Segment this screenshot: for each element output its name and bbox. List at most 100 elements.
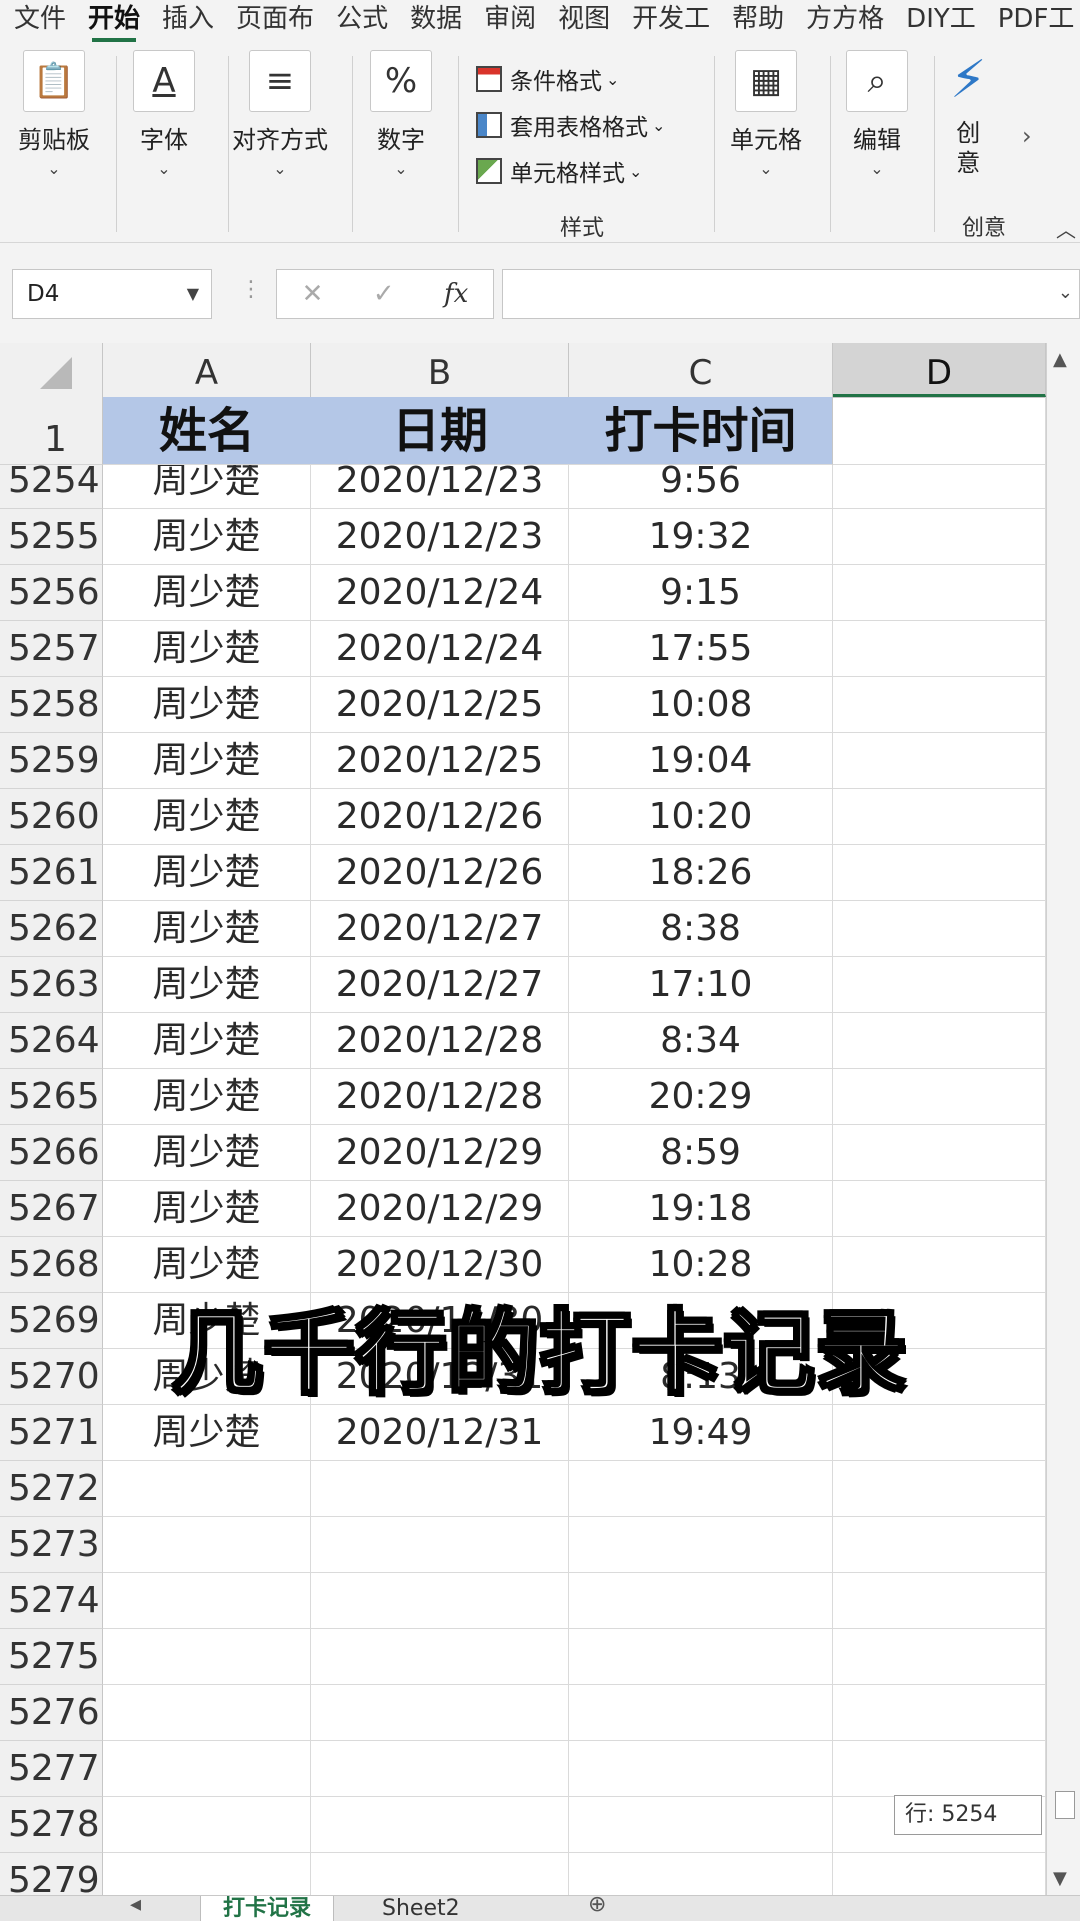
table-cell[interactable]: 8:34 [569, 1013, 833, 1069]
tab-10[interactable]: 方方格 [792, 0, 892, 42]
table-cell[interactable] [833, 1181, 1046, 1237]
table-cell[interactable]: 周少楚 [103, 1405, 311, 1461]
row-header[interactable]: 5279 [0, 1853, 103, 1895]
tab-11[interactable]: DIY工 [892, 0, 984, 42]
table-cell[interactable] [569, 1461, 833, 1517]
tab-12[interactable]: PDF工 [984, 0, 1080, 42]
table-cell[interactable]: 9:15 [569, 565, 833, 621]
table-cell[interactable]: 周少楚 [103, 565, 311, 621]
sheet-prev-icon[interactable]: ◂ [130, 1896, 141, 1917]
alignment-button[interactable]: ≡ 对齐方式 ⌄ [232, 50, 328, 178]
sheet-tab-0[interactable]: 打卡记录 [200, 1896, 335, 1921]
table-cell[interactable] [833, 1069, 1046, 1125]
table-cell[interactable]: 周少楚 [103, 901, 311, 957]
row-header[interactable]: 5265 [0, 1069, 103, 1125]
row-header[interactable]: 5266 [0, 1125, 103, 1181]
table-cell[interactable]: 2020/12/28 [311, 1069, 569, 1125]
table-cell[interactable] [833, 1573, 1046, 1629]
tab-8[interactable]: 开发工 [618, 0, 718, 42]
table-cell[interactable]: 19:04 [569, 733, 833, 789]
scroll-up-icon[interactable]: ▲ [1053, 349, 1067, 370]
table-cell[interactable] [833, 565, 1046, 621]
table-cell[interactable] [833, 621, 1046, 677]
tab-9[interactable]: 帮助 [718, 0, 792, 42]
add-sheet-icon[interactable]: ⊕ [588, 1896, 606, 1917]
column-header-b[interactable]: B [311, 343, 569, 397]
row-header[interactable]: 5277 [0, 1741, 103, 1797]
table-cell[interactable] [833, 789, 1046, 845]
cell-styles-button[interactable]: 单元格样式 ⌄ [476, 154, 642, 188]
select-all-button[interactable] [0, 343, 103, 397]
table-cell[interactable]: 2020/12/27 [311, 957, 569, 1013]
formula-input[interactable]: ⌄ [502, 269, 1080, 319]
number-button[interactable]: % 数字 ⌄ [370, 50, 432, 178]
confirm-icon[interactable]: ✓ [373, 279, 395, 309]
table-cell[interactable]: 20:29 [569, 1069, 833, 1125]
table-format-button[interactable]: 套用表格格式 ⌄ [476, 108, 665, 142]
tab-4[interactable]: 公式 [322, 0, 396, 42]
table-cell[interactable] [103, 1797, 311, 1853]
row-header[interactable]: 5273 [0, 1517, 103, 1573]
row-header[interactable]: 5259 [0, 733, 103, 789]
table-cell[interactable] [569, 1685, 833, 1741]
conditional-format-button[interactable]: 条件格式 ⌄ [476, 62, 619, 96]
table-cell[interactable] [833, 1013, 1046, 1069]
table-cell[interactable] [833, 1405, 1046, 1461]
table-cell[interactable] [311, 1573, 569, 1629]
tab-6[interactable]: 审阅 [470, 0, 544, 42]
row-header[interactable]: 5274 [0, 1573, 103, 1629]
table-cell[interactable]: 周少楚 [103, 621, 311, 677]
table-cell[interactable]: 2020/12/26 [311, 789, 569, 845]
row-header[interactable]: 5258 [0, 677, 103, 733]
table-cell[interactable]: 2020/12/25 [311, 733, 569, 789]
table-cell[interactable] [833, 1853, 1046, 1895]
table-cell[interactable] [833, 1125, 1046, 1181]
table-cell[interactable]: 周少楚 [103, 509, 311, 565]
table-cell[interactable] [833, 1517, 1046, 1573]
tab-1[interactable]: 开始 [74, 0, 148, 42]
table-cell[interactable] [311, 1629, 569, 1685]
table-cell[interactable]: 周少楚 [103, 677, 311, 733]
row-header[interactable]: 5263 [0, 957, 103, 1013]
table-cell[interactable] [311, 1797, 569, 1853]
table-cell[interactable] [569, 1517, 833, 1573]
table-cell[interactable]: 周少楚 [103, 789, 311, 845]
table-cell[interactable]: 2020/12/31 [311, 1405, 569, 1461]
row-header[interactable]: 5276 [0, 1685, 103, 1741]
sheet-tab-1[interactable]: Sheet2 [360, 1896, 482, 1921]
edit-button[interactable]: ⌕ 编辑 ⌄ [846, 50, 908, 178]
table-cell[interactable]: 2020/12/24 [311, 621, 569, 677]
table-cell[interactable] [311, 1517, 569, 1573]
table-cell[interactable] [311, 1461, 569, 1517]
table-cell[interactable] [103, 1573, 311, 1629]
table-cell[interactable]: 2020/12/29 [311, 1125, 569, 1181]
sheet-grid[interactable]: ABCD 1 姓名 日期 打卡时间 5254 周少楚 2020/12/23 9:56 5255 周… [0, 343, 1046, 1895]
row-header[interactable]: 5267 [0, 1181, 103, 1237]
table-cell[interactable] [569, 1797, 833, 1853]
table-cell[interactable] [833, 509, 1046, 565]
header-cell[interactable]: 日期 [311, 397, 569, 465]
insert-function-icon[interactable]: fx [444, 279, 468, 309]
table-cell[interactable] [311, 1685, 569, 1741]
collapse-ribbon-icon[interactable]: ︿ [1056, 214, 1076, 243]
scrollbar-thumb[interactable] [1055, 1791, 1075, 1819]
cancel-icon[interactable]: ✕ [302, 279, 324, 309]
vertical-scrollbar[interactable]: ▲ ▼ [1046, 343, 1080, 1895]
name-box[interactable]: D4 ▼ [12, 269, 212, 319]
row-header[interactable]: 5255 [0, 509, 103, 565]
table-cell[interactable] [103, 1741, 311, 1797]
tab-0[interactable]: 文件 [0, 0, 74, 42]
column-header-a[interactable]: A [103, 343, 311, 397]
table-cell[interactable]: 19:32 [569, 509, 833, 565]
table-cell[interactable] [569, 1853, 833, 1895]
table-cell[interactable]: 2020/12/25 [311, 677, 569, 733]
table-cell[interactable] [833, 1461, 1046, 1517]
table-cell[interactable]: 周少楚 [103, 957, 311, 1013]
row-header[interactable]: 5262 [0, 901, 103, 957]
table-cell[interactable] [311, 1741, 569, 1797]
cells-button[interactable]: ▦ 单元格 ⌄ [730, 50, 802, 178]
row-header[interactable]: 5261 [0, 845, 103, 901]
tab-3[interactable]: 页面布 [222, 0, 322, 42]
tab-7[interactable]: 视图 [544, 0, 618, 42]
tab-5[interactable]: 数据 [396, 0, 470, 42]
